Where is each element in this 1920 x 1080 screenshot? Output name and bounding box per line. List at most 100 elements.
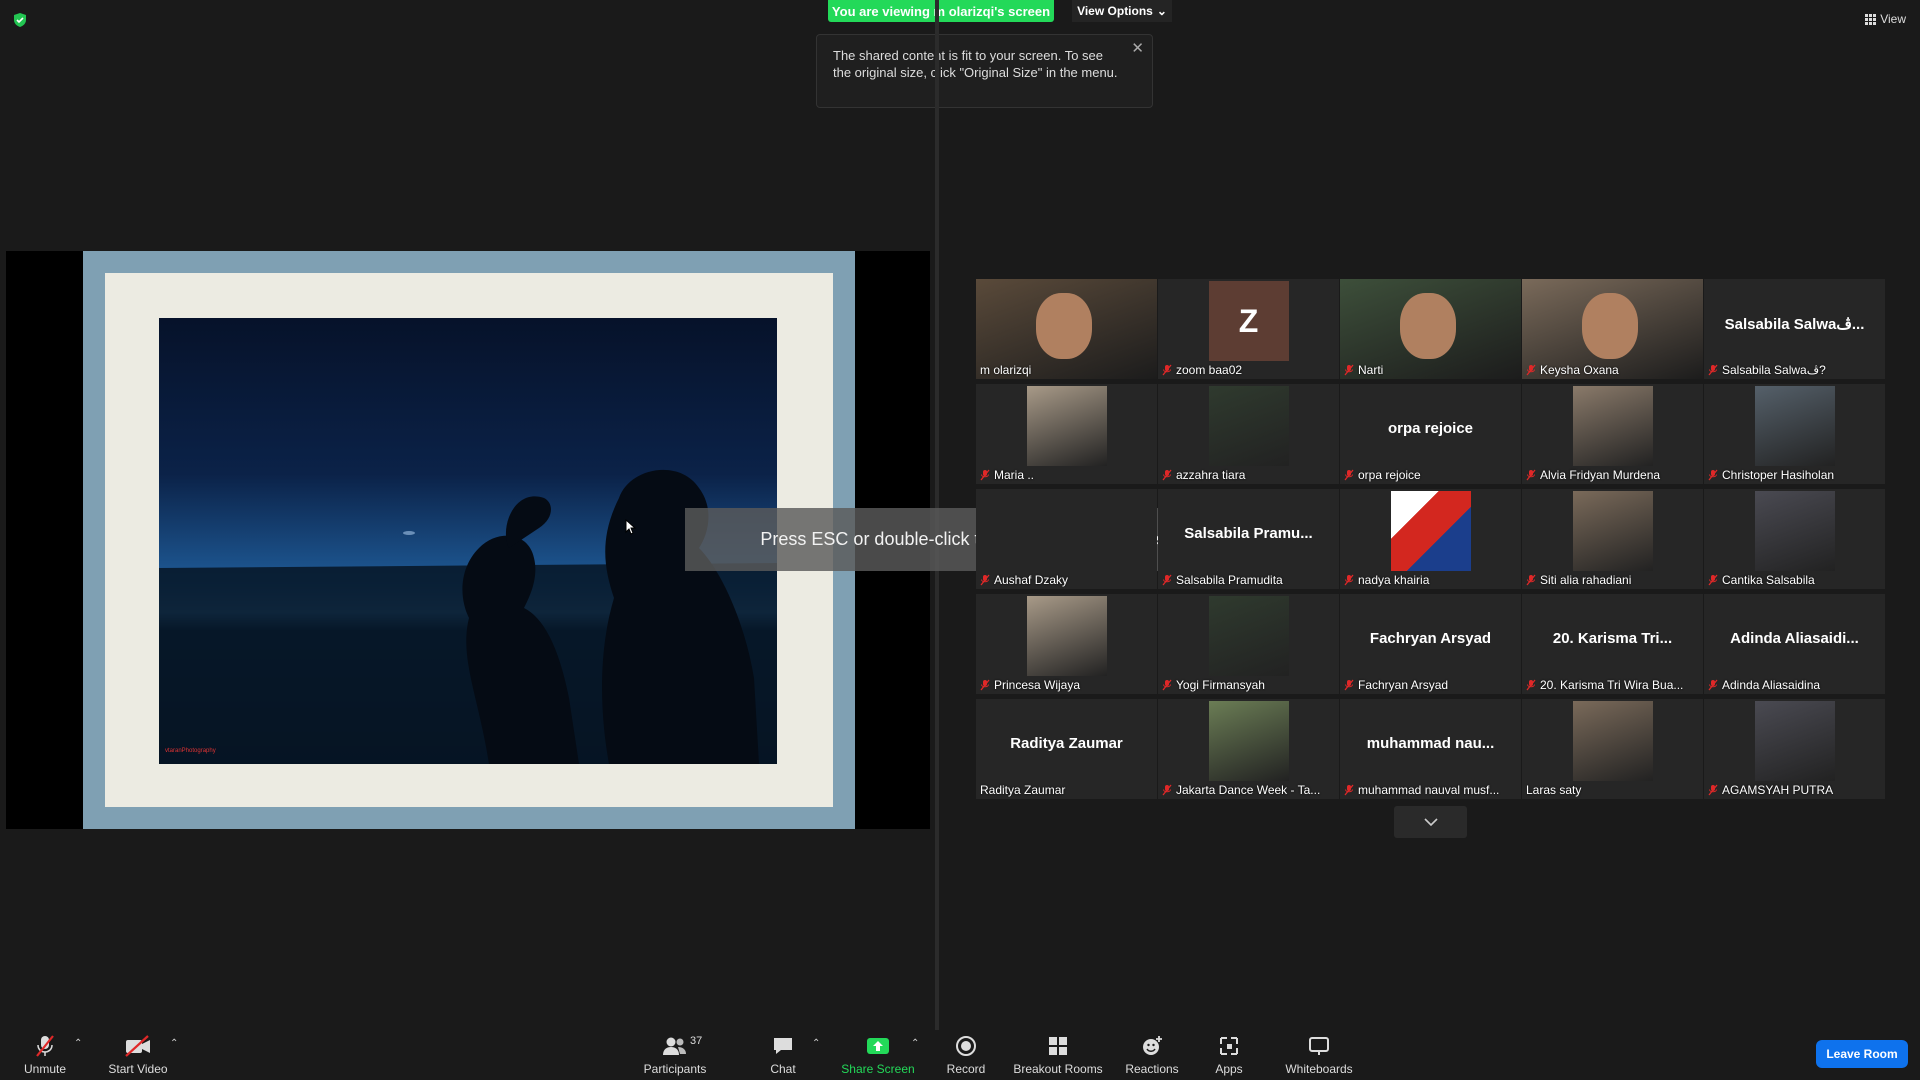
- meeting-toolbar: Unmute ⌃ Start Video ⌃ Participants 37 C…: [0, 1030, 1920, 1080]
- participant-display-name: muhammad nau...: [1366, 735, 1495, 752]
- mic-muted-icon: [1526, 364, 1536, 376]
- participant-avatar: [1754, 386, 1835, 466]
- participant-avatar: [1572, 491, 1653, 571]
- whiteboards-label: Whiteboards: [1285, 1062, 1353, 1076]
- mic-muted-icon: [36, 1035, 54, 1057]
- participants-icon: [663, 1037, 686, 1055]
- apps-icon: [1220, 1037, 1238, 1055]
- reactions-button[interactable]: Reactions: [1122, 1030, 1182, 1080]
- participants-label: Participants: [643, 1062, 707, 1076]
- participant-tile[interactable]: Christoper Hasiholan: [1704, 384, 1885, 484]
- mic-muted-icon: [1162, 574, 1172, 586]
- participant-name-label: zoom baa02: [1162, 363, 1335, 377]
- breakout-rooms-button[interactable]: Breakout Rooms: [1012, 1030, 1104, 1080]
- participant-tile[interactable]: muhammad nau... muhammad nauval musf...: [1340, 699, 1521, 799]
- participant-tile[interactable]: Raditya Zaumar Raditya Zaumar: [976, 699, 1157, 799]
- participant-display-name: Raditya Zaumar: [1010, 735, 1123, 752]
- mic-muted-icon: [1708, 679, 1718, 691]
- audio-options-caret-icon[interactable]: ⌃: [74, 1038, 82, 1049]
- gallery-scroll-down-button[interactable]: [1394, 806, 1467, 838]
- participant-name-label: Alvia Fridyan Murdena: [1526, 468, 1699, 482]
- participant-name: orpa rejoice: [1358, 468, 1421, 482]
- mic-muted-icon: [1526, 469, 1536, 481]
- participant-face: [1400, 293, 1456, 359]
- whiteboard-icon: [1309, 1037, 1329, 1055]
- start-video-button[interactable]: Start Video: [106, 1030, 170, 1080]
- participant-name-label: orpa rejoice: [1344, 468, 1517, 482]
- participant-name-label: Laras saty: [1526, 783, 1699, 797]
- participant-tile[interactable]: Aushaf Dzaky: [976, 489, 1157, 589]
- participant-tile[interactable]: Princesa Wijaya: [976, 594, 1157, 694]
- security-shield-icon[interactable]: [12, 12, 28, 28]
- record-button[interactable]: Record: [941, 1030, 991, 1080]
- participant-avatar: [1572, 386, 1653, 466]
- share-options-caret-icon[interactable]: ⌃: [911, 1038, 919, 1049]
- photo-watermark: vtaranPhotography: [165, 748, 216, 754]
- participant-tile[interactable]: Siti alia rahadiani: [1522, 489, 1703, 589]
- share-screen-button[interactable]: Share Screen: [838, 1030, 918, 1080]
- participant-tile[interactable]: Laras saty: [1522, 699, 1703, 799]
- participant-tile[interactable]: Zzoom baa02: [1158, 279, 1339, 379]
- participant-name: Raditya Zaumar: [980, 783, 1066, 797]
- participant-name: azzahra tiara: [1176, 468, 1246, 482]
- participant-avatar: [1208, 701, 1289, 781]
- chat-button[interactable]: Chat: [758, 1030, 808, 1080]
- participant-tile[interactable]: Fachryan Arsyad Fachryan Arsyad: [1340, 594, 1521, 694]
- participant-tile[interactable]: Adinda Aliasaidi... Adinda Aliasaidina: [1704, 594, 1885, 694]
- participant-tile[interactable]: Salsabila Pramu... Salsabila Pramudita: [1158, 489, 1339, 589]
- fit-screen-tooltip: The shared content is fit to your screen…: [816, 34, 1153, 108]
- participants-count: 37: [690, 1035, 703, 1047]
- mic-muted-icon: [1708, 574, 1718, 586]
- participant-tile[interactable]: nadya khairia: [1340, 489, 1521, 589]
- unmute-button[interactable]: Unmute: [20, 1030, 70, 1080]
- chat-options-caret-icon[interactable]: ⌃: [812, 1038, 820, 1049]
- participant-tile[interactable]: Yogi Firmansyah: [1158, 594, 1339, 694]
- participant-tile[interactable]: Jakarta Dance Week - Ta...: [1158, 699, 1339, 799]
- participant-avatar: [1754, 701, 1835, 781]
- participant-name: Salsabila Salwaڤ?: [1722, 363, 1826, 377]
- participant-name-label: Adinda Aliasaidina: [1708, 678, 1881, 692]
- participant-tile[interactable]: Keysha Oxana: [1522, 279, 1703, 379]
- participant-display-name: Fachryan Arsyad: [1369, 630, 1492, 647]
- mic-muted-icon: [1162, 784, 1172, 796]
- participant-tile[interactable]: azzahra tiara: [1158, 384, 1339, 484]
- start-video-label: Start Video: [108, 1062, 168, 1076]
- participant-avatar: [1026, 596, 1107, 676]
- leave-room-button[interactable]: Leave Room: [1816, 1040, 1908, 1068]
- participant-display-name: Adinda Aliasaidi...: [1730, 630, 1859, 647]
- participant-name: Laras saty: [1526, 783, 1582, 797]
- mic-muted-icon: [1344, 574, 1354, 586]
- participant-tile[interactable]: 20. Karisma Tri... 20. Karisma Tri Wira B…: [1522, 594, 1703, 694]
- mic-muted-icon: [980, 469, 990, 481]
- participant-name-label: 20. Karisma Tri Wira Bua...: [1526, 678, 1699, 692]
- participant-tile[interactable]: Cantika Salsabila: [1704, 489, 1885, 589]
- participant-tile[interactable]: Alvia Fridyan Murdena: [1522, 384, 1703, 484]
- participant-name-label: Christoper Hasiholan: [1708, 468, 1881, 482]
- participant-tile[interactable]: Narti: [1340, 279, 1521, 379]
- apps-label: Apps: [1215, 1062, 1243, 1076]
- close-icon[interactable]: ✕: [1131, 40, 1144, 57]
- share-screen-label: Share Screen: [841, 1062, 915, 1076]
- mic-muted-icon: [1344, 364, 1354, 376]
- participant-tile[interactable]: AGAMSYAH PUTRA: [1704, 699, 1885, 799]
- participant-name: Christoper Hasiholan: [1722, 468, 1835, 482]
- participant-tile[interactable]: Salsabila Salwaڤ... Salsabila Salwaڤ?: [1704, 279, 1885, 379]
- view-options-button[interactable]: View Options ⌄: [1072, 0, 1172, 22]
- participant-name: Maria ..: [994, 468, 1035, 482]
- view-button[interactable]: View: [1865, 12, 1906, 26]
- participant-name: Adinda Aliasaidina: [1722, 678, 1821, 692]
- participant-tile[interactable]: orpa rejoice orpa rejoice: [1340, 384, 1521, 484]
- mic-muted-icon: [1344, 469, 1354, 481]
- reactions-icon: [1143, 1036, 1162, 1055]
- participant-name-label: Salsabila Salwaڤ?: [1708, 363, 1881, 377]
- participant-name-label: Aushaf Dzaky: [980, 573, 1153, 587]
- participant-tile[interactable]: Maria ..: [976, 384, 1157, 484]
- participant-tile[interactable]: m olarizqi: [976, 279, 1157, 379]
- participant-avatar: [1026, 386, 1107, 466]
- tooltip-text: The shared content is fit to your screen…: [833, 48, 1118, 80]
- apps-button[interactable]: Apps: [1204, 1030, 1254, 1080]
- video-options-caret-icon[interactable]: ⌃: [170, 1038, 178, 1049]
- mic-muted-icon: [1708, 469, 1718, 481]
- participant-avatar: [1208, 386, 1289, 466]
- whiteboards-button[interactable]: Whiteboards: [1282, 1030, 1356, 1080]
